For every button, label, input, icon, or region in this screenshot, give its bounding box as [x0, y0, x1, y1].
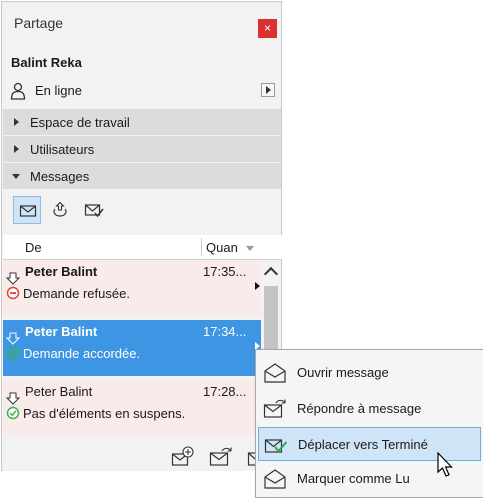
- message-time: 17:34...: [203, 324, 247, 339]
- menu-item-label: Ouvrir message: [297, 365, 389, 380]
- section-label: Messages: [30, 169, 90, 184]
- user-name: Balint Reka: [11, 55, 82, 70]
- expand-arrow-icon: [14, 118, 19, 126]
- menu-item-label: Déplacer vers Terminé: [298, 437, 428, 452]
- expand-arrow-icon: [14, 145, 19, 153]
- inbox-icon: [19, 205, 37, 217]
- section-label: Espace de travail: [30, 115, 130, 130]
- sharing-panel: Partage × Balint Reka En ligne Espace de…: [1, 1, 282, 471]
- new-message-icon[interactable]: [171, 446, 195, 468]
- inbox-button[interactable]: [13, 196, 41, 224]
- message-text: Demande refusée.: [23, 286, 130, 301]
- message-more-arrow-icon[interactable]: [255, 282, 260, 290]
- section-users[interactable]: Utilisateurs: [3, 136, 281, 162]
- message-row-selected[interactable]: Peter Balint 17:34... Demande accordée.: [3, 320, 261, 376]
- menu-item-reply-message[interactable]: Répondre à message: [258, 392, 481, 426]
- open-message-icon: [264, 363, 286, 383]
- message-sender: Peter Balint: [25, 324, 98, 339]
- menu-item-open-message[interactable]: Ouvrir message: [258, 356, 481, 390]
- outbox-button[interactable]: [46, 196, 74, 224]
- message-row[interactable]: Peter Balint 17:28... Pas d'éléments en …: [3, 380, 261, 436]
- message-sender: Peter Balint: [25, 384, 93, 399]
- mouse-cursor-icon: [437, 452, 453, 477]
- sort-arrow-icon[interactable]: [246, 246, 254, 251]
- column-from-header[interactable]: De: [25, 240, 42, 255]
- section-messages[interactable]: Messages: [3, 163, 281, 189]
- outbox-icon: [53, 201, 67, 217]
- message-text: Pas d'éléments en suspens.: [23, 406, 186, 421]
- collapse-arrow-icon: [12, 174, 20, 179]
- section-label: Utilisateurs: [30, 142, 95, 157]
- scroll-thumb[interactable]: [264, 286, 278, 356]
- completed-messages-button[interactable]: [79, 196, 107, 224]
- mark-read-icon: [264, 469, 286, 489]
- move-to-done-icon: [264, 439, 288, 453]
- menu-item-label: Marquer comme Lu: [297, 471, 410, 486]
- title-bar: Partage ×: [2, 2, 281, 46]
- message-time: 17:35...: [203, 264, 247, 279]
- user-status-row[interactable]: En ligne: [2, 78, 281, 104]
- message-text: Demande accordée.: [23, 346, 141, 361]
- column-time-header[interactable]: Quan: [206, 240, 238, 255]
- completed-messages-icon: [84, 204, 104, 218]
- message-time: 17:28...: [203, 384, 247, 399]
- menu-item-label: Répondre à message: [297, 401, 422, 416]
- column-separator[interactable]: [201, 238, 202, 256]
- message-actions-bar: [3, 435, 282, 471]
- reply-message-icon: [263, 399, 286, 418]
- panel-title: Partage: [14, 15, 64, 31]
- user-status: En ligne: [35, 83, 82, 98]
- message-sender: Peter Balint: [25, 264, 98, 279]
- close-button[interactable]: ×: [258, 19, 277, 38]
- message-no-pending-icon: [5, 392, 21, 420]
- user-icon: [10, 82, 26, 100]
- message-list-header: De Quan: [3, 235, 282, 260]
- scroll-up-arrow-icon[interactable]: [263, 266, 279, 282]
- message-refused-icon: [5, 272, 21, 300]
- section-workspace[interactable]: Espace de travail: [3, 109, 281, 135]
- status-menu-arrow-icon[interactable]: [261, 83, 275, 97]
- message-row[interactable]: Peter Balint 17:35... Demande refusée.: [3, 260, 261, 316]
- message-granted-icon: [5, 332, 21, 360]
- reply-message-icon[interactable]: [209, 446, 233, 468]
